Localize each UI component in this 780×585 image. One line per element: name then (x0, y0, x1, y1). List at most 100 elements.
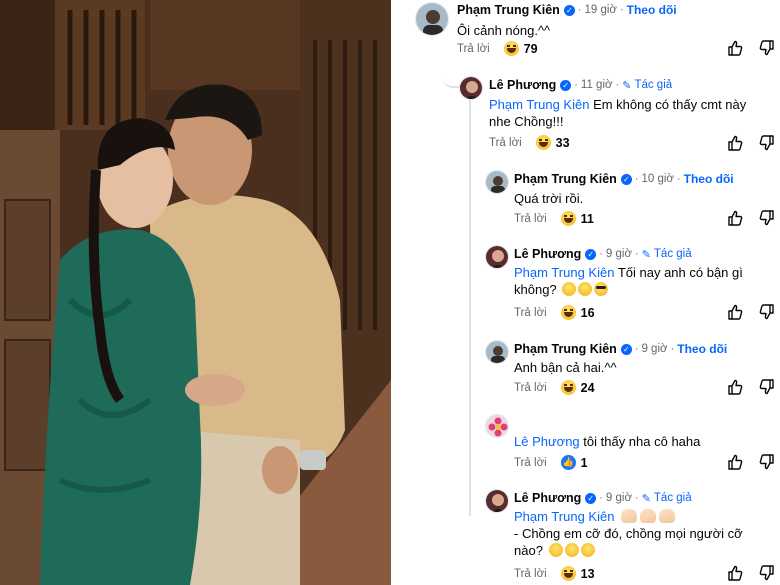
dislike-thumb-icon[interactable] (759, 454, 775, 470)
comment-time[interactable]: 9 giờ (606, 492, 632, 504)
rofl-face-emoji-icon (548, 543, 563, 557)
comment-header: Phạm Trung Kiên ✓ · 10 giờ · Theo dõi (514, 172, 734, 186)
clapping-hands-emoji-icon (659, 509, 676, 523)
comment-text: tôi thấy nha cô haha (579, 434, 701, 449)
comment-time[interactable]: 9 giờ (606, 248, 632, 260)
avatar[interactable] (485, 170, 509, 194)
reply-button[interactable]: Trả lời (514, 307, 547, 319)
dislike-thumb-icon[interactable] (759, 565, 775, 581)
reply-button[interactable]: Trả lời (489, 137, 522, 149)
reaction-count[interactable]: 24 (581, 381, 595, 395)
separator-dot: · (599, 248, 603, 260)
haha-reaction-icon[interactable] (560, 211, 576, 226)
comment: Phạm Trung Kiên ✓ · 10 giờ · Theo dõi Qu… (391, 168, 780, 232)
like-reaction-icon[interactable]: 👍 (560, 455, 576, 470)
comment-actions: Trả lời 👍 1 (514, 455, 588, 470)
author-badge: ✎ Tác giả (642, 492, 692, 505)
reply-button[interactable]: Trả lời (514, 457, 547, 469)
author-name[interactable]: Lê Phương (514, 247, 581, 261)
author-name[interactable]: Phạm Trung Kiên (457, 3, 560, 17)
comment-body: Anh bận cả hai.^^ (514, 359, 754, 376)
separator-dot: · (619, 4, 624, 16)
author-badge: ✎ Tác giả (642, 248, 692, 261)
comment-header: Phạm Trung Kiên ✓ · 9 giờ · Theo dõi (514, 342, 727, 356)
mention-link[interactable]: Phạm Trung Kiên (514, 265, 614, 280)
reply-button[interactable]: Trả lời (514, 568, 547, 580)
verified-badge-icon: ✓ (585, 492, 597, 504)
comment-actions: Trả lời 79 (457, 41, 538, 56)
sunglasses-face-emoji-icon (594, 282, 609, 296)
comment-header: Lê Phương ✓ · 9 giờ · ✎ Tác giả (514, 247, 692, 261)
reply-button[interactable]: Trả lời (514, 382, 547, 394)
pencil-icon: ✎ (622, 79, 632, 92)
comment-actions: Trả lời 16 (514, 305, 595, 320)
comment-time[interactable]: 11 giờ (581, 79, 613, 91)
comment-actions: Trả lời 33 (489, 135, 570, 150)
comment-text: Anh bận cả hai.^^ (514, 360, 617, 375)
dislike-thumb-icon[interactable] (759, 210, 775, 226)
reaction-count[interactable]: 13 (581, 567, 595, 581)
comment-body: Phạm Trung Kiên - Chồng em cỡ đó, chồng … (514, 508, 769, 559)
comment-actions: Trả lời 13 (514, 566, 595, 581)
haha-reaction-icon[interactable] (560, 305, 576, 320)
separator-dot: · (634, 173, 639, 185)
couple-photo-image (0, 0, 391, 585)
reply-button[interactable]: Trả lời (514, 213, 547, 225)
mention-link[interactable]: Phạm Trung Kiên (489, 97, 589, 112)
comment: Lê Phương ✓ · 11 giờ · ✎ Tác giả Phạm Tru… (391, 72, 780, 162)
like-thumb-icon[interactable] (727, 454, 743, 470)
separator-dot: · (577, 4, 582, 16)
rofl-face-emoji-icon (580, 543, 595, 557)
reaction-count[interactable]: 33 (556, 136, 570, 150)
like-thumb-icon[interactable] (727, 135, 743, 151)
haha-reaction-icon[interactable] (535, 135, 551, 150)
pencil-icon: ✎ (641, 248, 651, 261)
avatar[interactable] (485, 245, 509, 269)
avatar[interactable] (485, 340, 509, 364)
haha-reaction-icon[interactable] (560, 566, 576, 581)
reaction-count[interactable]: 1 (581, 456, 588, 470)
comment-body: Quá trời rồi. (514, 190, 754, 207)
comment-time[interactable]: 9 giờ (641, 343, 667, 355)
reaction-count[interactable]: 79 (524, 42, 538, 56)
reaction-count[interactable]: 11 (581, 212, 594, 226)
comment-body: Lê Phương tôi thấy nha cô haha (514, 433, 754, 450)
avatar[interactable] (459, 76, 483, 100)
reaction-count[interactable]: 16 (581, 306, 595, 320)
avatar[interactable] (485, 489, 509, 513)
haha-reaction-icon[interactable] (503, 41, 519, 56)
comment: Phạm Trung Kiên ✓ · 9 giờ · Theo dõi Anh… (391, 338, 780, 402)
dislike-thumb-icon[interactable] (759, 304, 775, 320)
author-name[interactable]: Phạm Trung Kiên (514, 172, 617, 186)
like-thumb-icon[interactable] (727, 210, 743, 226)
separator-dot: · (634, 343, 639, 355)
follow-button[interactable]: Theo dõi (627, 3, 677, 17)
separator-dot: · (676, 173, 681, 185)
comment-header: Lê Phương ✓ · 11 giờ · ✎ Tác giả (489, 78, 672, 92)
like-thumb-icon[interactable] (727, 565, 743, 581)
comment-time[interactable]: 19 giờ (584, 4, 616, 16)
dislike-thumb-icon[interactable] (759, 379, 775, 395)
separator-dot: · (615, 79, 620, 91)
separator-dot: · (599, 492, 603, 504)
mention-link[interactable]: Phạm Trung Kiên (514, 509, 614, 524)
like-thumb-icon[interactable] (727, 40, 743, 56)
comment-text: - Chồng em cỡ đó, chồng mọi người cỡ nào… (514, 526, 743, 558)
comment-time[interactable]: 10 giờ (641, 173, 673, 185)
post-photo[interactable] (0, 0, 391, 585)
author-name[interactable]: Lê Phương (514, 491, 581, 505)
like-thumb-icon[interactable] (727, 304, 743, 320)
haha-reaction-icon[interactable] (560, 380, 576, 395)
like-thumb-icon[interactable] (727, 379, 743, 395)
follow-button[interactable]: Theo dõi (677, 342, 727, 356)
clapping-hands-emoji-icon (621, 509, 638, 523)
avatar[interactable] (485, 414, 509, 438)
author-name[interactable]: Phạm Trung Kiên (514, 342, 617, 356)
follow-button[interactable]: Theo dõi (684, 172, 734, 186)
dislike-thumb-icon[interactable] (759, 135, 775, 151)
author-name[interactable]: Lê Phương (489, 78, 556, 92)
avatar[interactable] (415, 2, 449, 36)
mention-link[interactable]: Lê Phương (514, 434, 580, 449)
dislike-thumb-icon[interactable] (759, 40, 775, 56)
reply-button[interactable]: Trả lời (457, 43, 490, 55)
